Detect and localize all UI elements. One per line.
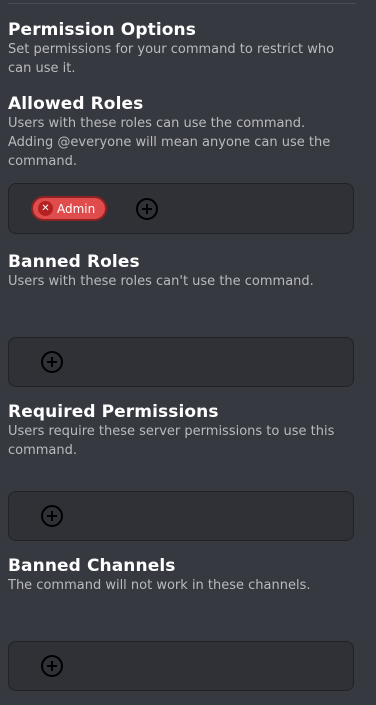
banned-channels-box: [8, 641, 354, 691]
add-required-permission-button[interactable]: [41, 505, 63, 527]
required-permissions-title: Required Permissions: [8, 402, 219, 422]
add-allowed-role-button[interactable]: [136, 198, 158, 220]
banned-roles-box: [8, 337, 354, 387]
close-circle-icon[interactable]: ✕: [38, 201, 53, 216]
required-permissions-description: Users require these server permissions t…: [8, 424, 335, 458]
banned-channels-description: The command will not work in these chann…: [8, 578, 311, 593]
banned-roles-title: Banned Roles: [8, 252, 140, 272]
banned-channels-title: Banned Channels: [8, 556, 176, 576]
add-banned-role-button[interactable]: [41, 351, 63, 373]
required-permissions-box: [8, 491, 354, 541]
top-divider: [8, 3, 356, 4]
permission-options-description: Set permissions for your command to rest…: [8, 42, 335, 76]
permission-options-title: Permission Options: [8, 20, 196, 40]
allowed-roles-description: Users with these roles can use the comma…: [8, 116, 331, 169]
allowed-roles-title: Allowed Roles: [8, 94, 144, 114]
role-chip-label: Admin: [57, 201, 96, 216]
role-chip-admin[interactable]: ✕ Admin: [31, 196, 108, 221]
banned-roles-description: Users with these roles can't use the com…: [8, 274, 314, 289]
add-banned-channel-button[interactable]: [41, 655, 63, 677]
allowed-roles-box: ✕ Admin: [8, 183, 354, 234]
